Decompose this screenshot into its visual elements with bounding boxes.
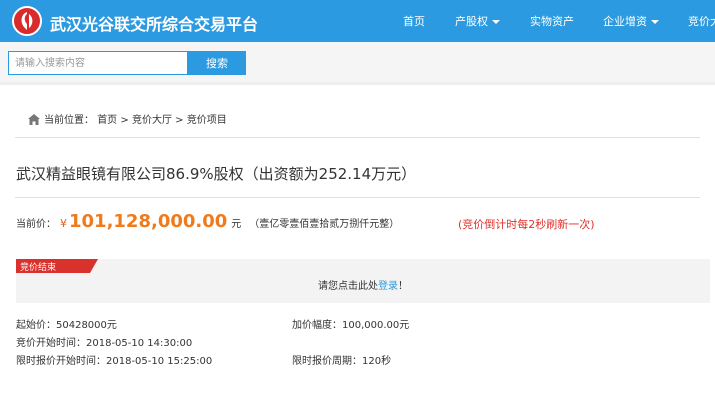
site-title[interactable]: 武汉光谷联交所综合交易平台: [50, 11, 258, 35]
nav-item-home[interactable]: 首页: [403, 13, 425, 29]
login-prompt-suffix: ！: [398, 281, 408, 292]
divider: [15, 197, 700, 198]
breadcrumb-home[interactable]: 首页: [97, 115, 117, 126]
breadcrumb-bidding-project[interactable]: 竞价项目: [187, 115, 227, 126]
limit-bid-period: 限时报价周期：120秒: [292, 356, 392, 367]
bidding-status-panel: 竞价结束 请您点击此处登录！: [16, 259, 710, 303]
home-icon: [28, 114, 40, 128]
site-logo-icon[interactable]: [12, 6, 42, 36]
nav-item-equity[interactable]: 产股权: [455, 13, 500, 29]
chevron-down-icon: [651, 20, 659, 24]
divider: [15, 137, 700, 138]
login-prompt-prefix: 请您点击此处: [318, 281, 378, 292]
search-button[interactable]: 搜索: [188, 51, 246, 75]
search-input[interactable]: [8, 51, 188, 75]
top-navigation-bar: 武汉光谷联交所综合交易平台 首页 产股权 实物资产 企业增资 竞价大: [0, 0, 715, 42]
limit-bid-start-time: 限时报价开始时间：2018-05-10 15:25:00: [16, 356, 213, 367]
search-bar: 搜索: [0, 42, 715, 82]
nav-item-label: 产股权: [455, 15, 488, 28]
current-price-row: 当前价： ¥101,128,000.00 元 （壹亿零壹佰壹拾贰万捌仟元整）: [16, 211, 399, 232]
chevron-down-icon: [492, 20, 500, 24]
breadcrumb-prefix: 当前位置：: [44, 115, 94, 126]
status-badge: 竞价结束: [16, 259, 98, 273]
nav-item-label: 实物资产: [530, 15, 574, 28]
breadcrumb-separator: >: [120, 115, 129, 126]
bid-increment: 加价幅度：100,000.00元: [292, 320, 410, 331]
breadcrumb: 当前位置： 首页 > 竞价大厅 > 竞价项目: [28, 111, 227, 128]
current-price-value: 101,128,000.00: [69, 211, 228, 232]
nav-item-capital-increase[interactable]: 企业增资: [603, 13, 659, 29]
page-title: 武汉精益眼镜有限公司86.9%股权（出资额为252.14万元）: [16, 165, 417, 183]
price-unit: 元: [231, 219, 242, 230]
bidding-start-time: 竞价开始时间：2018-05-10 14:30:00: [16, 338, 193, 349]
login-prompt: 请您点击此处登录！: [16, 277, 710, 292]
breadcrumb-separator: >: [175, 115, 184, 126]
breadcrumb-bidding-hall[interactable]: 竞价大厅: [132, 115, 172, 126]
login-link[interactable]: 登录: [378, 281, 398, 292]
price-in-chinese: （壹亿零壹佰壹拾贰万捌仟元整）: [249, 219, 400, 230]
nav-item-bidding-hall[interactable]: 竞价大: [688, 13, 715, 29]
main-content: 当前位置： 首页 > 竞价大厅 > 竞价项目 武汉精益眼镜有限公司86.9%股权…: [0, 85, 715, 420]
nav-item-label: 首页: [403, 15, 425, 28]
current-price-label: 当前价：: [16, 219, 56, 230]
nav-item-physical-assets[interactable]: 实物资产: [530, 13, 574, 29]
status-badge-label: 竞价结束: [20, 263, 57, 273]
currency-symbol: ¥: [60, 217, 67, 230]
start-price: 起始价：50428000元: [16, 320, 117, 331]
nav-item-label: 企业增资: [603, 15, 647, 28]
nav-item-label: 竞价大: [688, 15, 715, 28]
countdown-refresh-note: (竞价倒计时每2秒刷新一次): [458, 218, 595, 231]
